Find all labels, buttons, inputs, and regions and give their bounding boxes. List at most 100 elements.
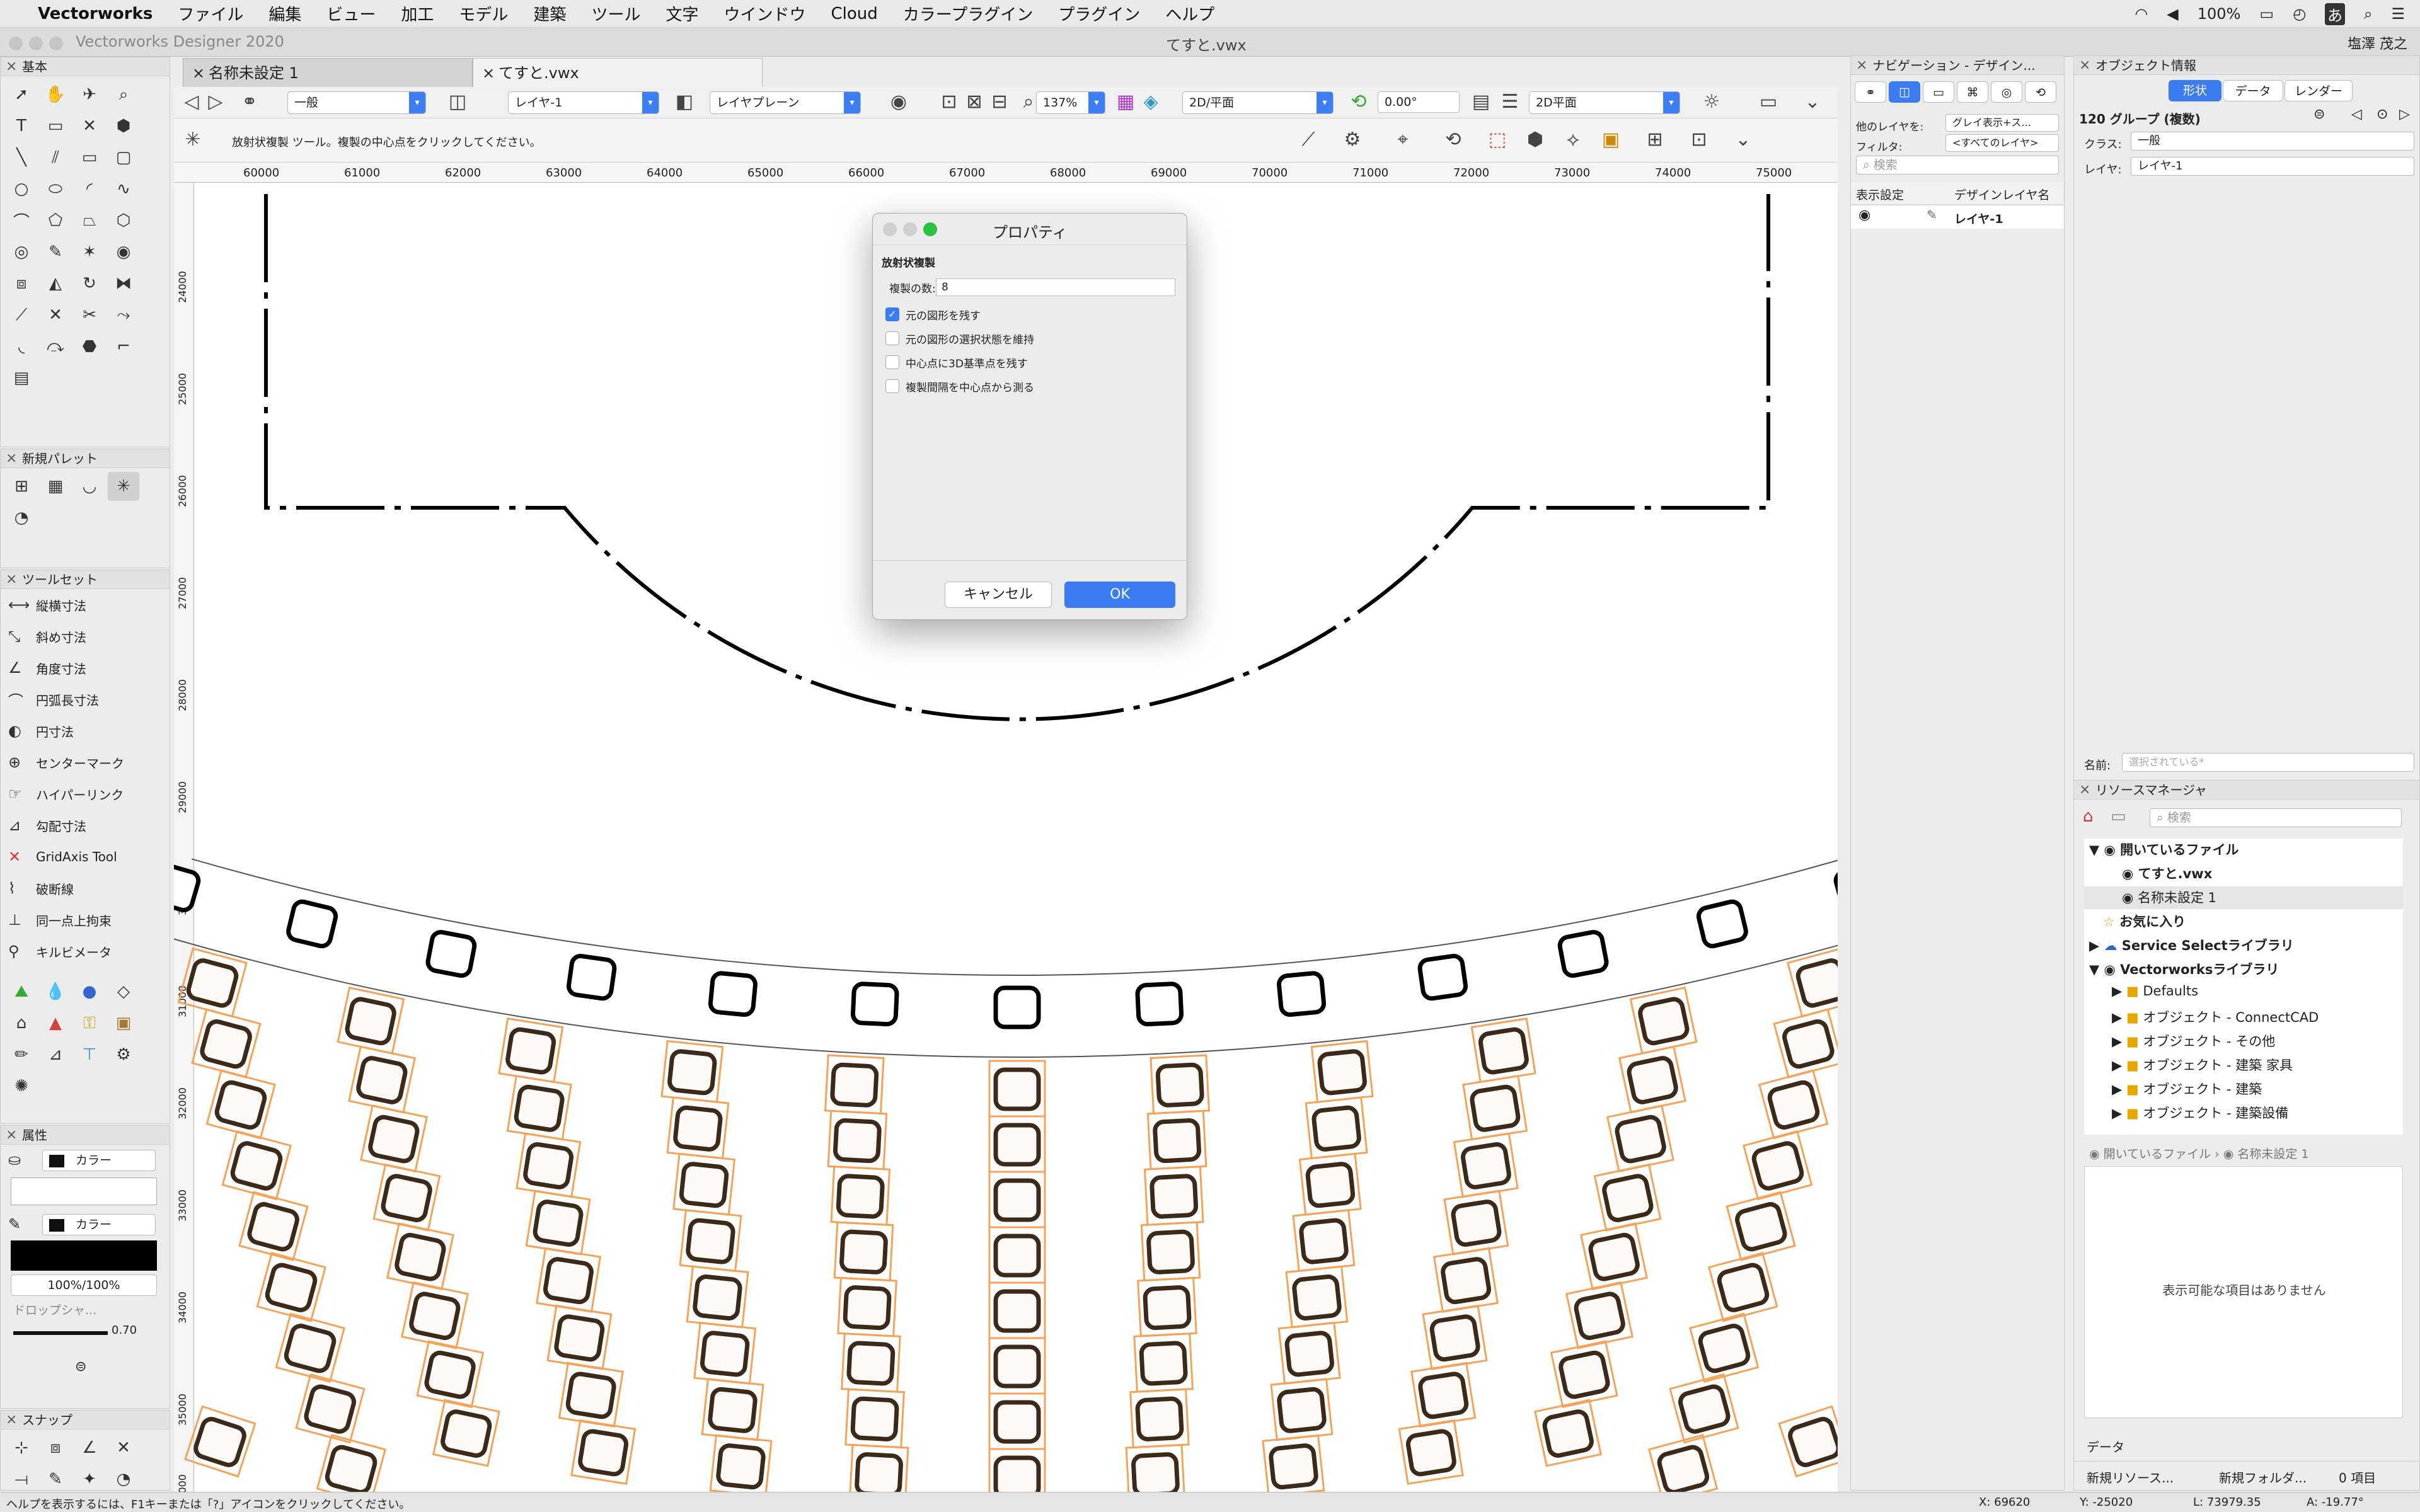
box-icon[interactable]: ▣ [108, 1009, 139, 1038]
view-select[interactable]: 2D/平面 ▾ [1182, 91, 1334, 114]
menu-modify[interactable]: 加工 [388, 2, 446, 25]
volume-icon[interactable]: ◀ [2167, 5, 2178, 23]
snap-point-icon[interactable]: ✦ [74, 1465, 105, 1494]
menu-cloud[interactable]: Cloud [818, 4, 890, 23]
checkbox[interactable] [885, 331, 899, 345]
reshape-tool-icon[interactable]: ◭ [40, 269, 71, 298]
text-tool-icon[interactable]: T [6, 112, 37, 140]
mirror-tool-icon[interactable]: ⧓ [108, 269, 139, 298]
double-polygon-tool-icon[interactable]: ⏢ [74, 206, 105, 235]
link-icon[interactable]: ⊜ [75, 1359, 86, 1375]
layer-options-icon[interactable]: ◧ [672, 91, 697, 113]
filter-select[interactable]: <すべてのレイヤ> [1945, 134, 2059, 152]
link-icon[interactable]: ⊜ [2313, 106, 2325, 122]
zoom-select[interactable]: 137% ▾ [1036, 91, 1105, 114]
next-object-icon[interactable]: ▷ [2399, 106, 2410, 122]
tool-item[interactable]: ⌇ 破断線 [1, 873, 170, 904]
pen-preview[interactable] [11, 1240, 157, 1271]
tool-item[interactable]: ⊥ 同一点上拘束 [1, 904, 170, 936]
view-grid-icon[interactable]: ▦ [1113, 91, 1138, 113]
layers-icon[interactable]: ◫ [445, 91, 470, 113]
line-tool-icon[interactable]: ╲ [6, 143, 37, 172]
wireframe-icon[interactable]: ▤ [1468, 91, 1494, 113]
snap-object-icon[interactable]: ⧈ [40, 1433, 71, 1462]
chamfer-tool-icon[interactable]: ⤼ [40, 332, 71, 361]
column-layer-name[interactable]: デザインレイヤ名 [1954, 186, 2049, 203]
mode-shape-icon[interactable]: ⟡ [1560, 129, 1586, 151]
drop-icon[interactable]: 💧 [40, 977, 71, 1006]
render-select[interactable]: 2D平面 ▾ [1529, 91, 1680, 114]
tab-shape[interactable]: 形状 [2169, 80, 2221, 101]
selection-tool-icon[interactable]: ➚ [6, 80, 37, 109]
menu-app[interactable]: Vectorworks [25, 4, 165, 23]
close-window-button[interactable] [9, 37, 23, 50]
layer-select[interactable]: レイヤ-1 [2131, 157, 2414, 176]
tree-item-service-select[interactable]: ▶ ☁ Service Selectライブラリ [2089, 936, 2294, 954]
back-icon[interactable]: ◁ [179, 91, 204, 113]
color-blocks-icon[interactable]: ▲ [40, 1009, 71, 1038]
zoom-selection-icon[interactable]: ⊠ [962, 91, 987, 113]
menu-text[interactable]: 文字 [653, 2, 711, 25]
mode-rotate-icon[interactable]: ⟲ [1441, 129, 1466, 151]
pipe-icon[interactable]: ◔ [6, 503, 37, 532]
folder-icon[interactable]: ▭ [2111, 807, 2126, 826]
tool-item[interactable]: ☞ ハイパーリンク [1, 778, 170, 810]
clip-tool-icon[interactable]: ⧈ [6, 269, 37, 298]
class-select[interactable]: 一般 [2131, 132, 2414, 151]
tool-item[interactable]: ⌒ 円弧長寸法 [1, 684, 170, 715]
home-icon[interactable]: ⌂ [2083, 807, 2094, 826]
option-3d-locus[interactable]: 中心点に3D基準点を残す [879, 350, 1180, 374]
plane-select[interactable]: レイヤプレーン ▾ [710, 91, 861, 114]
tree-item-folder[interactable]: ▶ ■ オブジェクト - ConnectCAD [2112, 1007, 2319, 1026]
trim-tool-icon[interactable]: ✂ [74, 301, 105, 329]
tool-item[interactable]: ⚲ キルビメータ [1, 936, 170, 967]
tool-item[interactable]: ⊕ センターマーク [1, 747, 170, 778]
list-icon[interactable]: ☰ [1497, 91, 1523, 113]
menu-window[interactable]: ウインドウ [711, 2, 818, 25]
grid-icon[interactable]: ▦ [40, 472, 71, 501]
tool-item[interactable]: ⊿ 勾配寸法 [1, 810, 170, 841]
mode-cube-icon[interactable]: ⬢ [1523, 129, 1548, 151]
sphere-icon[interactable]: ● [74, 977, 105, 1006]
mode-frame-icon[interactable]: ▣ [1598, 129, 1623, 151]
close-icon[interactable]: × [6, 1126, 17, 1144]
column-visibility[interactable]: 表示設定 [1856, 186, 1904, 203]
double-line-tool-icon[interactable]: ⫽ [40, 143, 71, 172]
eyedropper-tool-icon[interactable]: ✎ [40, 238, 71, 266]
cancel-button[interactable]: キャンセル [945, 581, 1052, 608]
mode-lock-icon[interactable]: ⊡ [1686, 129, 1712, 151]
checkbox-checked[interactable]: ✓ [885, 307, 899, 321]
rectangle-tool-icon[interactable]: ▭ [74, 143, 105, 172]
callout-tool-icon[interactable]: ▭ [40, 112, 71, 140]
mode-floor-icon[interactable]: ⊞ [1642, 129, 1668, 151]
connect-tool-icon[interactable]: ✕ [40, 301, 71, 329]
tool-item[interactable]: ∠ 角度寸法 [1, 652, 170, 684]
visibility-tool-icon[interactable]: ◉ [108, 238, 139, 266]
floor-plan-icon[interactable]: ⊞ [6, 472, 37, 501]
settings-icon[interactable]: ✺ [6, 1072, 37, 1101]
class-select[interactable]: 一般 ▾ [287, 91, 426, 114]
eye-icon[interactable]: ◉ [1858, 207, 1870, 223]
stairs-icon[interactable]: ⊿ [40, 1040, 71, 1069]
tool-item[interactable]: ⤡ 斜め寸法 [1, 621, 170, 652]
dialog-close-button[interactable] [883, 222, 897, 236]
battery-icon[interactable]: ▭ [2259, 5, 2274, 23]
ok-button[interactable]: OK [1064, 581, 1175, 608]
polyline-tool-icon[interactable]: ⌒ [6, 206, 37, 235]
offset-edge-tool-icon[interactable]: ⌐ [108, 332, 139, 361]
circle-tool-icon[interactable]: ○ [6, 175, 37, 203]
tree-item-vw-library[interactable]: ▼ ◉ Vectorworksライブラリ [2089, 959, 2279, 978]
nav-classes-icon[interactable]: ⚭ [1855, 81, 1886, 103]
pipe-fitting-icon[interactable]: ⊤ [74, 1040, 105, 1069]
tools-icon[interactable]: ⚙ [108, 1040, 139, 1069]
snap-distance-icon[interactable]: ⟞ [6, 1465, 37, 1494]
tool-item[interactable]: ✕ GridAxis Tool [1, 841, 170, 873]
other-layers-select[interactable]: グレイ表示+ス... [1945, 114, 2059, 132]
snap-intersection-icon[interactable]: ✕ [108, 1433, 139, 1462]
snap-grid-icon[interactable]: ⊹ [6, 1433, 37, 1462]
attribute-mapping-tool-icon[interactable]: ✶ [74, 238, 105, 266]
offset-tool-icon[interactable]: ⤳ [108, 301, 139, 329]
pen-style-select[interactable]: カラー [42, 1214, 156, 1235]
tree-item-folder[interactable]: ▶ ■ オブジェクト - その他 [2112, 1031, 2275, 1050]
breadcrumb-item[interactable]: 名称未設定 1 [2237, 1147, 2308, 1161]
